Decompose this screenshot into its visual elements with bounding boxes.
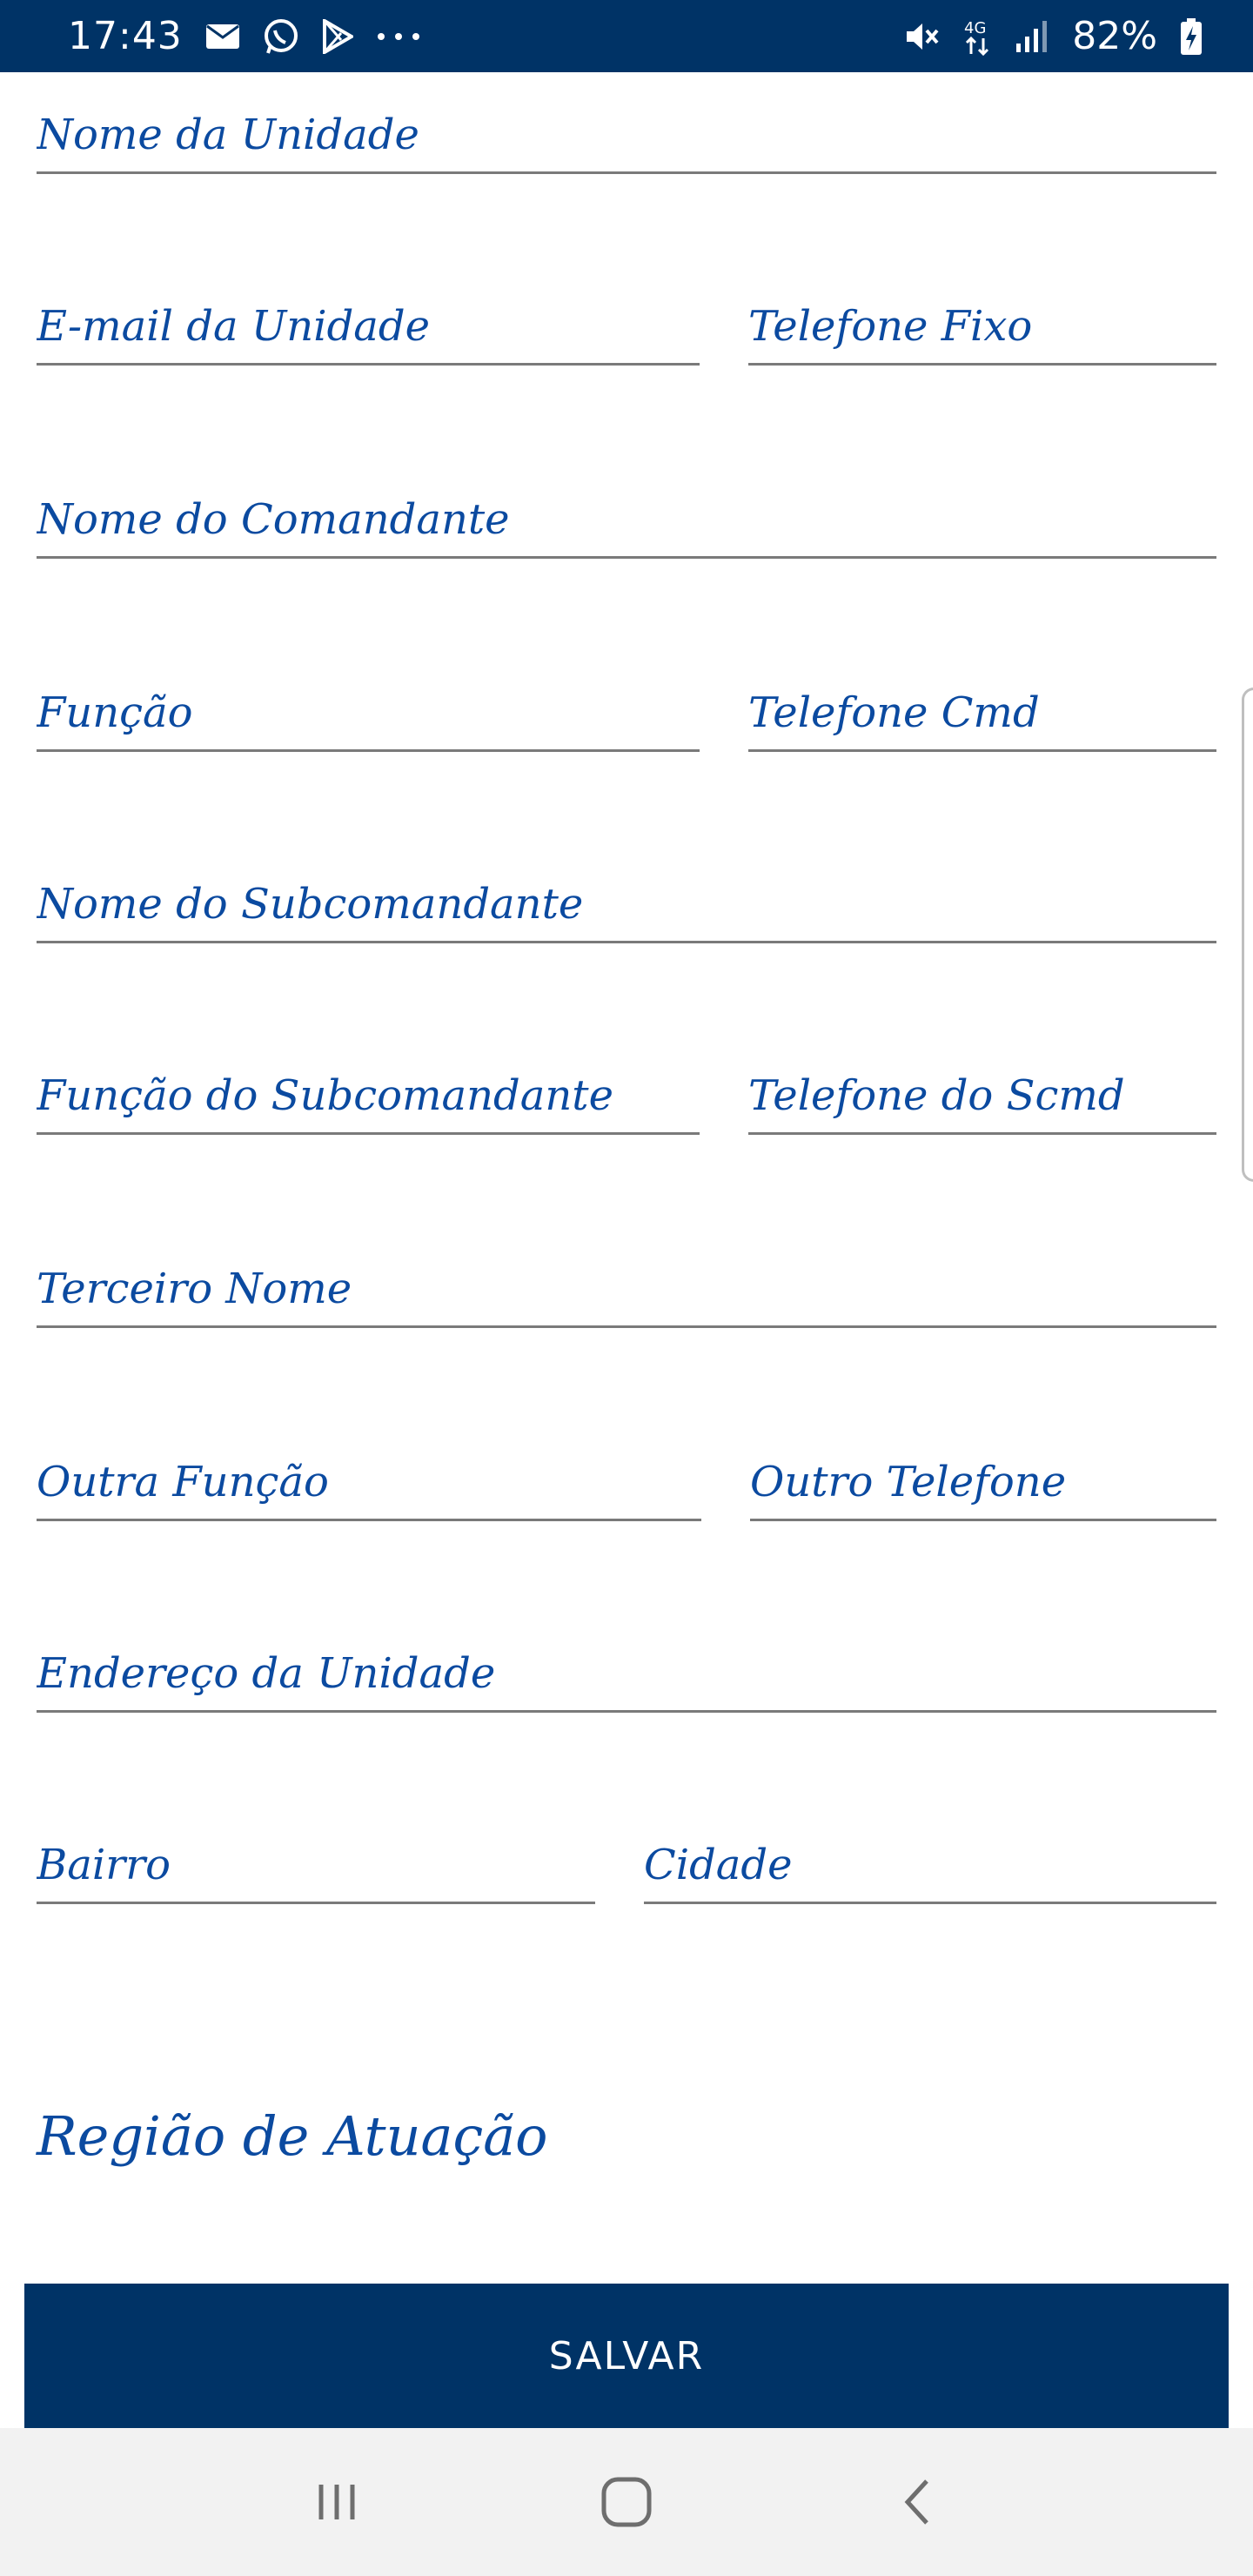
- network-label: 4G: [964, 19, 986, 37]
- scroll-indicator[interactable]: [1242, 688, 1253, 1182]
- navigation-bar: [0, 2428, 1253, 2576]
- 4g-icon: 4G: [962, 17, 992, 56]
- email-unidade-field[interactable]: [37, 285, 700, 366]
- save-button[interactable]: SALVAR: [24, 2284, 1229, 2428]
- battery-charging-icon: [1180, 17, 1203, 56]
- bairro-input[interactable]: [37, 1841, 595, 1889]
- regiao-atuacao-title: Região de Atuação: [37, 2104, 548, 2168]
- home-icon[interactable]: [574, 2459, 679, 2546]
- telefone-cmd-input[interactable]: [748, 688, 1216, 737]
- recent-apps-icon[interactable]: [285, 2459, 389, 2546]
- nome-comandante-input[interactable]: [37, 495, 1216, 544]
- status-left: 17:43: [68, 14, 421, 58]
- terceiro-nome-input[interactable]: [37, 1265, 1216, 1313]
- funcao-subcomandante-field[interactable]: [37, 1055, 700, 1135]
- whatsapp-icon: [263, 18, 299, 55]
- play-store-icon: [322, 18, 353, 54]
- nome-comandante-field[interactable]: [37, 479, 1216, 559]
- outro-telefone-input[interactable]: [750, 1458, 1216, 1506]
- endereco-unidade-field[interactable]: [37, 1633, 1216, 1713]
- email-icon: [205, 23, 240, 50]
- mute-icon: [903, 19, 940, 54]
- nome-subcomandante-input[interactable]: [37, 880, 1216, 929]
- status-bar: 17:43 4G 82%: [0, 0, 1253, 72]
- back-icon[interactable]: [864, 2459, 968, 2546]
- nome-subcomandante-field[interactable]: [37, 863, 1216, 943]
- cidade-field[interactable]: [644, 1824, 1216, 1904]
- email-unidade-input[interactable]: [37, 302, 700, 351]
- telefone-fixo-field[interactable]: [748, 285, 1216, 366]
- bairro-field[interactable]: [37, 1824, 595, 1904]
- battery-percentage: 82%: [1072, 14, 1157, 58]
- funcao-field[interactable]: [37, 672, 700, 752]
- terceiro-nome-field[interactable]: [37, 1248, 1216, 1328]
- cidade-input[interactable]: [644, 1841, 1216, 1889]
- outra-funcao-input[interactable]: [37, 1458, 701, 1506]
- more-dots-icon: [376, 31, 421, 42]
- telefone-fixo-input[interactable]: [748, 302, 1216, 351]
- status-time: 17:43: [68, 14, 183, 58]
- signal-icon: [1015, 19, 1049, 54]
- telefone-scmd-input[interactable]: [748, 1071, 1216, 1120]
- outro-telefone-field[interactable]: [750, 1441, 1216, 1521]
- endereco-unidade-input[interactable]: [37, 1649, 1216, 1698]
- funcao-input[interactable]: [37, 688, 700, 737]
- telefone-cmd-field[interactable]: [748, 672, 1216, 752]
- telefone-scmd-field[interactable]: [748, 1055, 1216, 1135]
- status-right: 4G 82%: [903, 14, 1203, 58]
- nome-unidade-input[interactable]: [37, 111, 1216, 159]
- outra-funcao-field[interactable]: [37, 1441, 701, 1521]
- nome-unidade-field[interactable]: [37, 94, 1216, 174]
- funcao-subcomandante-input[interactable]: [37, 1071, 700, 1120]
